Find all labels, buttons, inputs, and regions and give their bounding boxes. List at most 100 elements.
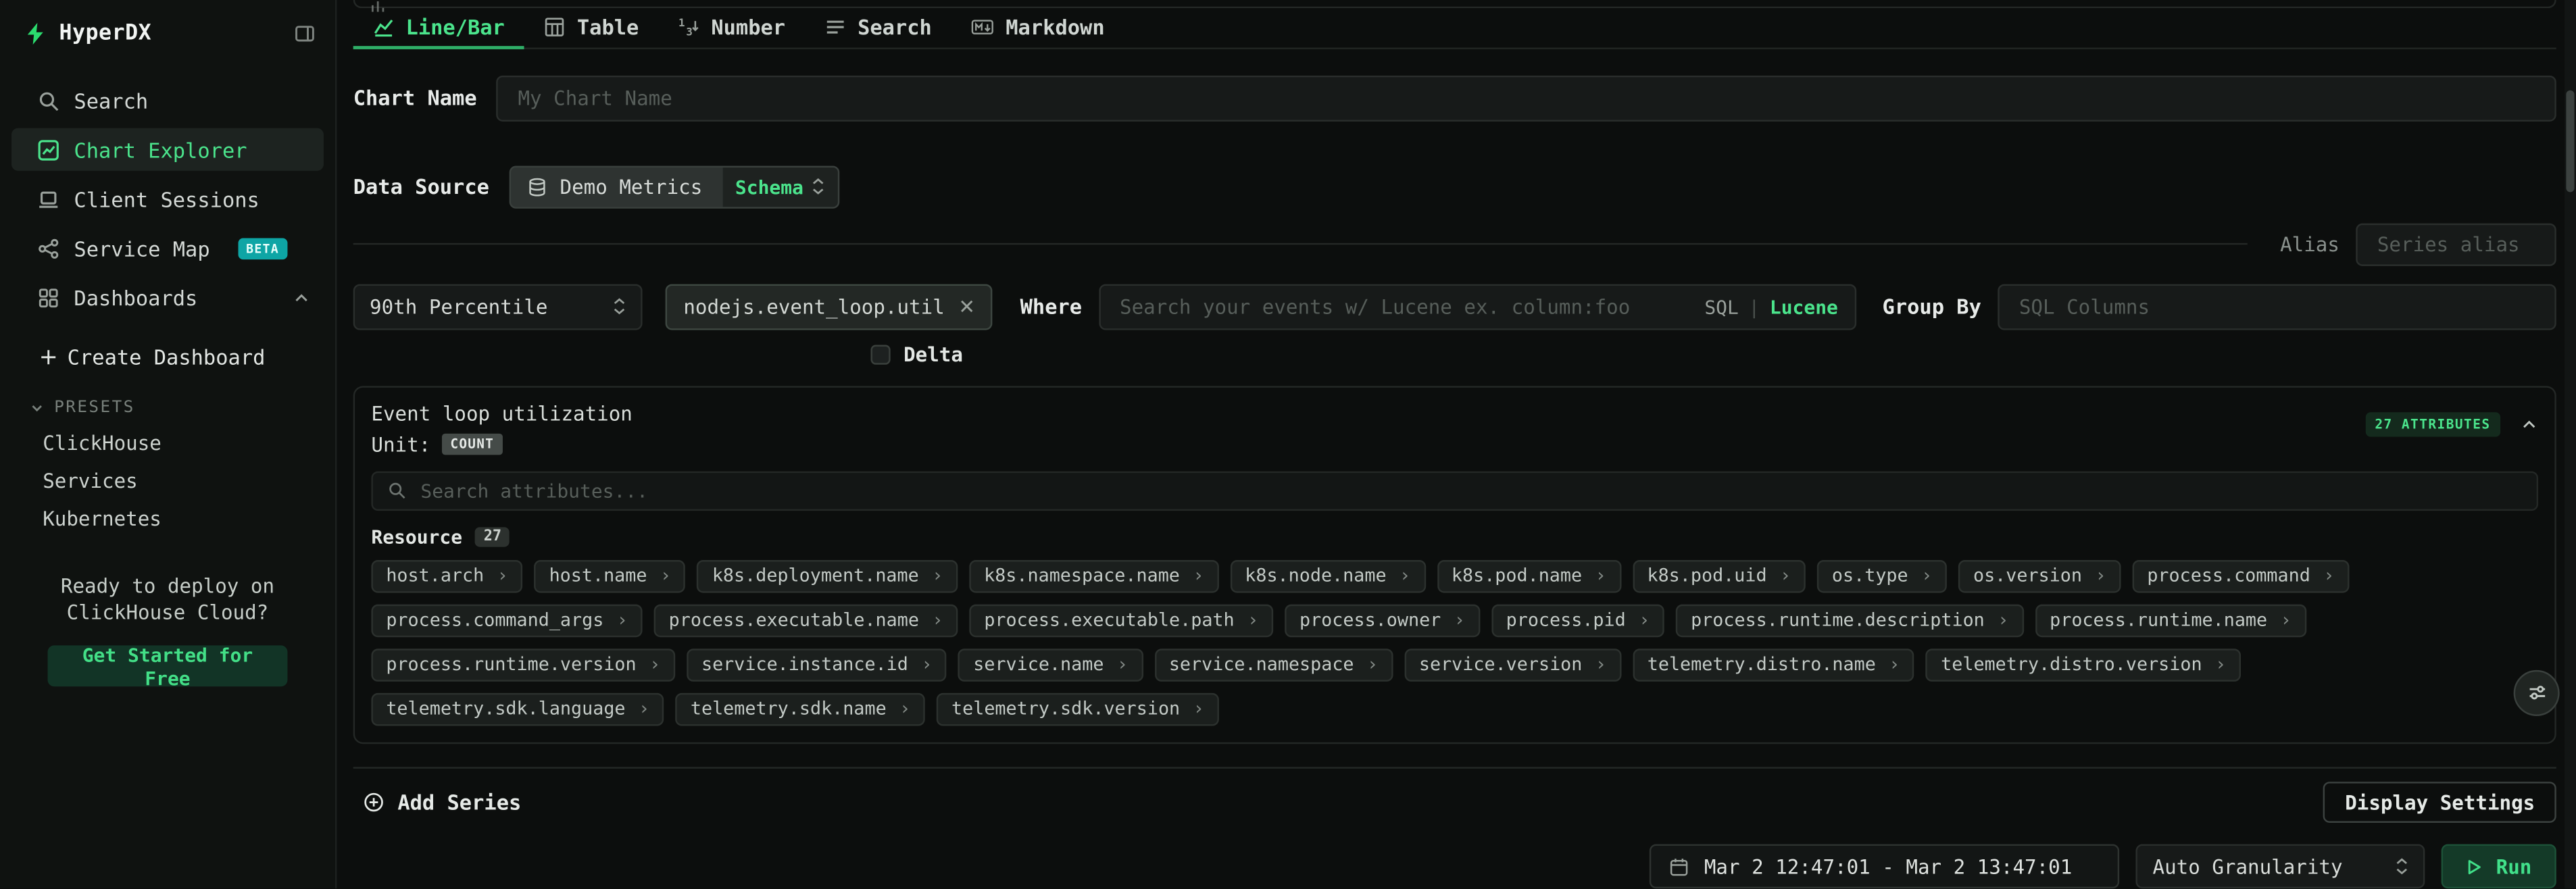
tab-label: Markdown <box>1006 15 1104 39</box>
attribute-chip[interactable]: process.pid › <box>1491 604 1664 637</box>
attribute-chip[interactable]: telemetry.sdk.language › <box>371 692 664 726</box>
attribute-search-input[interactable] <box>418 478 2522 504</box>
add-series-button[interactable]: Add Series <box>353 784 531 821</box>
chevron-right-icon: › <box>1193 698 1204 720</box>
sidebar-item-service-map[interactable]: Service Map BETA <box>11 226 324 269</box>
chevron-right-icon: › <box>1595 565 1606 587</box>
delta-label: Delta <box>903 343 963 366</box>
tab-search[interactable]: Search <box>805 8 951 49</box>
time-range-picker[interactable]: Mar 2 12:47:01 - Mar 2 13:47:01 <box>1650 844 2120 889</box>
attribute-filter-button[interactable] <box>2514 669 2560 715</box>
attribute-chip[interactable]: telemetry.distro.name › <box>1633 649 1914 682</box>
tab-number[interactable]: 13 Number <box>659 8 806 49</box>
attribute-chip[interactable]: os.version › <box>1958 560 2121 593</box>
granularity-value: Auto Granularity <box>2153 855 2343 878</box>
sidebar-item-label: Client Sessions <box>74 186 259 211</box>
unit-row: Unit: COUNT <box>371 433 632 456</box>
granularity-select[interactable]: Auto Granularity <box>2136 844 2425 889</box>
attribute-chip[interactable]: telemetry.sdk.version › <box>937 692 1218 726</box>
preset-clickhouse[interactable]: ClickHouse <box>43 432 335 455</box>
attribute-chip[interactable]: service.namespace › <box>1154 649 1393 682</box>
attribute-chip[interactable]: process.runtime.version › <box>371 649 675 682</box>
attribute-chip-label: service.name <box>973 654 1104 676</box>
sql-option[interactable]: SQL <box>1704 295 1739 318</box>
attribute-chip-label: k8s.pod.name <box>1452 565 1582 587</box>
sidebar-item-client-sessions[interactable]: Client Sessions <box>11 178 324 220</box>
attribute-chip-label: process.runtime.version <box>386 654 636 676</box>
bar-chart-mini-icon[interactable] <box>370 0 386 13</box>
attribute-chip[interactable]: host.arch › <box>371 560 522 593</box>
tab-markdown[interactable]: Markdown <box>951 8 1124 49</box>
attribute-chip-label: k8s.deployment.name <box>712 565 919 587</box>
grid-icon <box>36 286 59 308</box>
attribute-chip[interactable]: service.name › <box>958 649 1143 682</box>
delta-checkbox[interactable] <box>870 345 890 364</box>
tab-table[interactable]: Table <box>524 8 658 49</box>
presets-section-toggle[interactable]: PRESETS <box>30 399 335 417</box>
attribute-chip[interactable]: process.owner › <box>1285 604 1480 637</box>
presets-label: PRESETS <box>54 399 135 417</box>
where-input[interactable] <box>1116 294 1704 320</box>
run-button[interactable]: Run <box>2442 844 2556 889</box>
sidebar-item-search[interactable]: Search <box>11 79 324 122</box>
scrollbar[interactable] <box>2565 0 2576 889</box>
group-by-input[interactable] <box>2016 294 2538 320</box>
chart-name-row: Chart Name <box>353 75 2556 121</box>
series-divider <box>353 244 2248 245</box>
attribute-chip[interactable]: process.command_args › <box>371 604 642 637</box>
aggregation-select[interactable]: 90th Percentile <box>353 284 643 330</box>
query-language-toggle[interactable]: SQL | Lucene <box>1704 295 1838 318</box>
list-icon <box>824 16 846 38</box>
chevron-right-icon: › <box>1367 654 1378 676</box>
attribute-chip-label: telemetry.sdk.version <box>951 698 1180 720</box>
attribute-chip[interactable]: k8s.pod.name › <box>1437 560 1621 593</box>
lucene-option[interactable]: Lucene <box>1770 295 1838 318</box>
preset-services[interactable]: Services <box>43 469 335 492</box>
sidebar-item-dashboards[interactable]: Dashboards <box>11 276 324 318</box>
chevron-right-icon: › <box>899 698 910 720</box>
chevron-up-icon[interactable] <box>2520 415 2538 434</box>
attribute-chip[interactable]: k8s.namespace.name › <box>969 560 1218 593</box>
tab-line-bar[interactable]: Line/Bar <box>353 8 524 49</box>
attribute-chip[interactable]: k8s.node.name › <box>1230 560 1425 593</box>
attribute-chip-label: k8s.node.name <box>1245 565 1386 587</box>
brand-row: HyperDX <box>0 0 335 62</box>
data-source-select[interactable]: Demo Metrics Schema <box>509 166 839 208</box>
attribute-chip[interactable]: service.version › <box>1404 649 1621 682</box>
create-dashboard-button[interactable]: Create Dashboard <box>39 345 335 370</box>
attribute-chip[interactable]: k8s.deployment.name › <box>697 560 958 593</box>
get-started-button[interactable]: Get Started for Free <box>48 646 288 687</box>
attribute-chip[interactable]: os.type › <box>1817 560 1947 593</box>
scrollbar-thumb[interactable] <box>2566 91 2574 193</box>
sidebar-collapse-icon[interactable] <box>294 22 316 44</box>
attribute-chip-label: process.command <box>2147 565 2310 587</box>
data-source-value: Demo Metrics <box>560 176 703 199</box>
where-label: Where <box>1020 295 1083 319</box>
area-chart-icon <box>373 16 395 38</box>
metric-chip[interactable]: nodejs.event_loop.util <box>666 284 993 330</box>
attribute-chip[interactable]: service.instance.id › <box>687 649 947 682</box>
attribute-chip[interactable]: host.name › <box>535 560 686 593</box>
alias-input[interactable] <box>2374 231 2538 257</box>
chart-name-input-wrap <box>497 75 2556 121</box>
attribute-chip[interactable]: telemetry.sdk.name › <box>676 692 925 726</box>
sidebar-item-chart-explorer[interactable]: Chart Explorer <box>11 128 324 171</box>
chart-name-input[interactable] <box>515 85 2538 111</box>
attribute-chip[interactable]: telemetry.distro.version › <box>1926 649 2241 682</box>
search-icon <box>36 89 59 111</box>
attribute-chip[interactable]: process.executable.path › <box>969 604 1273 637</box>
attribute-chip[interactable]: process.command › <box>2132 560 2349 593</box>
attribute-chip[interactable]: k8s.pod.uid › <box>1633 560 1806 593</box>
attribute-chip-list: host.arch › host.name › k8s.deployment.n… <box>371 560 2538 726</box>
attribute-chip[interactable]: process.executable.name › <box>654 604 958 637</box>
alias-input-wrap <box>2356 223 2556 265</box>
schema-select[interactable]: Schema <box>722 167 838 206</box>
run-label: Run <box>2496 855 2532 878</box>
preset-kubernetes[interactable]: Kubernetes <box>43 507 335 530</box>
close-icon[interactable] <box>960 299 974 314</box>
display-settings-button[interactable]: Display Settings <box>2324 782 2556 823</box>
attribute-chip[interactable]: process.runtime.name › <box>2035 604 2306 637</box>
table-icon <box>544 16 566 38</box>
attribute-chip-label: telemetry.sdk.name <box>691 698 887 720</box>
attribute-chip[interactable]: process.runtime.description › <box>1676 604 2023 637</box>
